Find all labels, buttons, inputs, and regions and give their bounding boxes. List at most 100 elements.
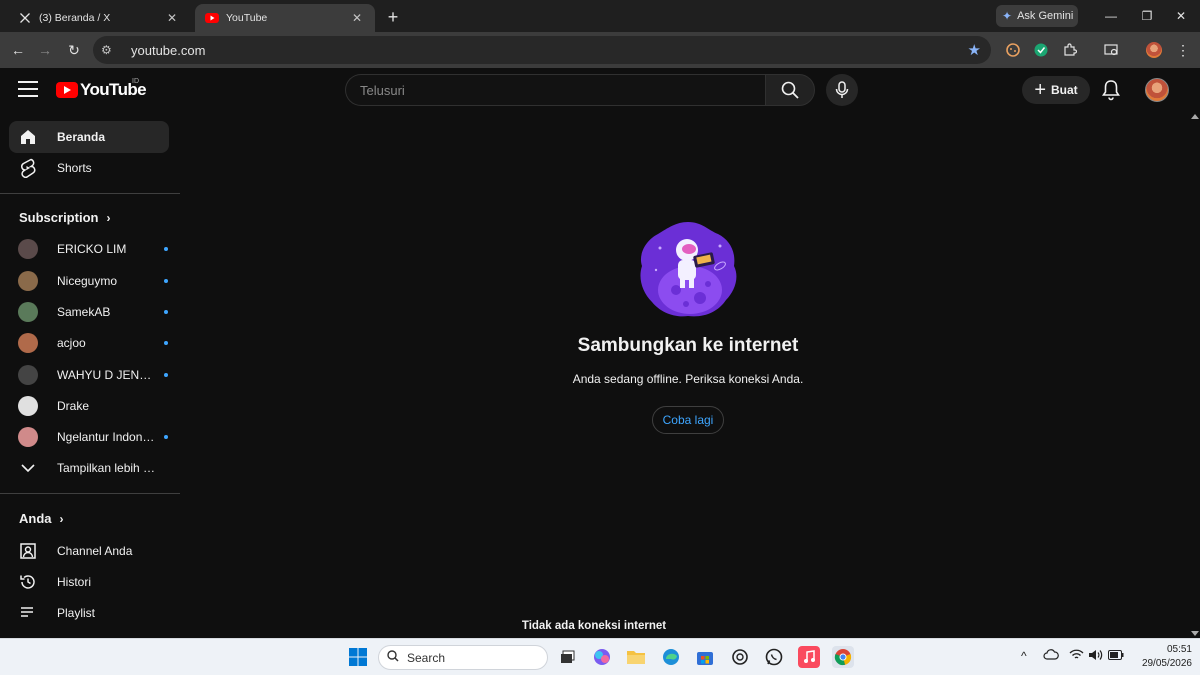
- tab-youtube[interactable]: YouTube ✕: [195, 4, 375, 32]
- close-window-button[interactable]: ✕: [1166, 4, 1196, 28]
- offline-title: Sambungkan ke internet: [577, 335, 799, 356]
- url-text: youtube.com: [131, 42, 206, 58]
- minimize-button[interactable]: —: [1096, 4, 1126, 28]
- sidebar-item-label: Beranda: [57, 130, 106, 144]
- windows-start-icon[interactable]: [347, 646, 369, 668]
- channel-name: Ngelantur Indonesia: [57, 430, 157, 444]
- channel-name: acjoo: [57, 336, 86, 350]
- sidebar-item-label: Histori: [57, 575, 92, 589]
- whatsapp-icon[interactable]: [763, 646, 785, 668]
- edge-browser-icon[interactable]: [660, 646, 682, 668]
- tab-x[interactable]: (3) Beranda / X ✕: [8, 4, 190, 32]
- taskbar-search-input[interactable]: Search: [378, 645, 548, 670]
- voice-search-button[interactable]: [826, 74, 858, 106]
- cookie-extension-icon[interactable]: [1004, 41, 1022, 59]
- show-more-label: Tampilkan lebih banyak: [57, 461, 157, 475]
- account-avatar[interactable]: [1145, 78, 1169, 102]
- media-cast-icon[interactable]: [1102, 41, 1120, 59]
- subscription-item[interactable]: acjoo: [9, 328, 169, 358]
- subscription-item[interactable]: ERICKO LIM: [9, 234, 169, 264]
- gemini-icon: ✦: [1002, 9, 1013, 23]
- browser-tab-bar: (3) Beranda / X ✕ YouTube ✕ + ✦ Ask Gemi…: [0, 0, 1200, 32]
- apple-music-icon[interactable]: [798, 646, 820, 668]
- history-icon: [18, 572, 38, 592]
- chrome-icon[interactable]: [832, 646, 854, 668]
- channel-name: Niceguymo: [57, 274, 118, 288]
- forward-button[interactable]: →: [34, 39, 56, 61]
- sidebar-item-shorts[interactable]: Shorts: [9, 152, 169, 184]
- page-scrollbar[interactable]: [1188, 112, 1200, 638]
- you-header[interactable]: Anda ›: [19, 511, 64, 526]
- sidebar: Beranda Shorts Subscription › ERICKO LIM…: [0, 112, 180, 638]
- search-input[interactable]: Telusuri: [345, 74, 765, 106]
- youtube-logo[interactable]: YouTube ID: [56, 78, 147, 100]
- subscription-item[interactable]: SamekAB: [9, 297, 169, 327]
- scroll-up-arrow-icon[interactable]: [1191, 114, 1199, 119]
- x-logo-icon: [18, 11, 32, 25]
- subscription-item[interactable]: Niceguymo: [9, 266, 169, 296]
- no-connection-toast: Tidak ada koneksi internet: [521, 620, 667, 632]
- sidebar-item-history[interactable]: Histori: [9, 566, 169, 598]
- sidebar-item-playlist[interactable]: Playlist: [9, 597, 169, 629]
- subscription-item[interactable]: Ngelantur Indonesia: [9, 422, 169, 452]
- tab-title: YouTube: [226, 12, 268, 24]
- file-explorer-icon[interactable]: [625, 646, 647, 668]
- battery-icon[interactable]: [1108, 649, 1124, 663]
- restore-button[interactable]: ❐: [1132, 4, 1162, 28]
- address-bar[interactable]: ⚙ youtube.com ★: [93, 36, 991, 64]
- bookmark-star-icon[interactable]: ★: [968, 41, 981, 59]
- microphone-icon: [835, 81, 849, 98]
- ask-gemini-button[interactable]: ✦ Ask Gemini: [996, 5, 1078, 27]
- windows-taskbar: Search ^ 05:51 29/05/2026: [0, 638, 1200, 675]
- hamburger-menu-icon[interactable]: [18, 81, 38, 99]
- show-hidden-icons-icon[interactable]: ^: [1021, 649, 1027, 663]
- youtube-header: YouTube ID Telusuri + Buat: [0, 68, 1200, 112]
- onedrive-cloud-icon[interactable]: [1043, 649, 1059, 663]
- chevron-right-icon: ›: [106, 210, 111, 225]
- sidebar-item-your-channel[interactable]: Channel Anda: [9, 535, 169, 567]
- show-more-button[interactable]: Tampilkan lebih banyak: [9, 453, 169, 483]
- browser-menu-icon[interactable]: ⋮: [1172, 39, 1194, 61]
- channel-name: WAHYU D JENGGOT: [57, 368, 157, 382]
- subscription-item[interactable]: Drake: [9, 391, 169, 421]
- microsoft-store-icon[interactable]: [694, 646, 716, 668]
- profile-avatar-icon[interactable]: [1145, 41, 1163, 59]
- sidebar-item-home[interactable]: Beranda: [9, 121, 169, 153]
- browser-toolbar: ← → ↻ ⚙ youtube.com ★ ⋮: [0, 32, 1200, 68]
- shorts-icon: [18, 158, 38, 178]
- search-icon: [781, 81, 799, 99]
- new-tab-button[interactable]: +: [382, 6, 404, 28]
- new-content-dot: [164, 373, 168, 377]
- subscription-item[interactable]: WAHYU D JENGGOT: [9, 360, 169, 390]
- copilot-icon[interactable]: [591, 646, 613, 668]
- channel-avatar: [18, 365, 38, 385]
- taskbar-search-placeholder: Search: [407, 650, 446, 665]
- search-button[interactable]: [765, 74, 815, 106]
- retry-button[interactable]: Coba lagi: [652, 406, 724, 434]
- reload-button[interactable]: ↻: [63, 39, 85, 61]
- subscriptions-header[interactable]: Subscription ›: [19, 210, 110, 225]
- create-button[interactable]: + Buat: [1022, 76, 1090, 104]
- channel-avatar: [18, 427, 38, 447]
- system-clock[interactable]: 05:51 29/05/2026: [1132, 643, 1192, 671]
- clock-time: 05:51: [1166, 644, 1192, 655]
- green-extension-icon[interactable]: [1032, 41, 1050, 59]
- close-tab-icon[interactable]: ✕: [349, 10, 365, 26]
- site-info-icon[interactable]: ⚙: [101, 43, 121, 57]
- notifications-bell-icon[interactable]: [1101, 79, 1123, 101]
- volume-icon[interactable]: [1088, 649, 1103, 664]
- chatgpt-icon[interactable]: [729, 646, 751, 668]
- home-icon: [18, 127, 38, 147]
- sidebar-item-label: Playlist: [57, 606, 96, 620]
- channel-name: Drake: [57, 399, 90, 413]
- close-tab-icon[interactable]: ✕: [164, 10, 180, 26]
- extensions-puzzle-icon[interactable]: [1061, 41, 1079, 59]
- task-view-icon[interactable]: [557, 646, 579, 668]
- new-content-dot: [164, 279, 168, 283]
- scroll-down-arrow-icon[interactable]: [1191, 631, 1199, 636]
- channel-avatar: [18, 396, 38, 416]
- divider: [0, 493, 180, 494]
- clock-date: 29/05/2026: [1141, 658, 1192, 669]
- wifi-icon[interactable]: [1069, 649, 1084, 664]
- back-button[interactable]: ←: [7, 39, 29, 61]
